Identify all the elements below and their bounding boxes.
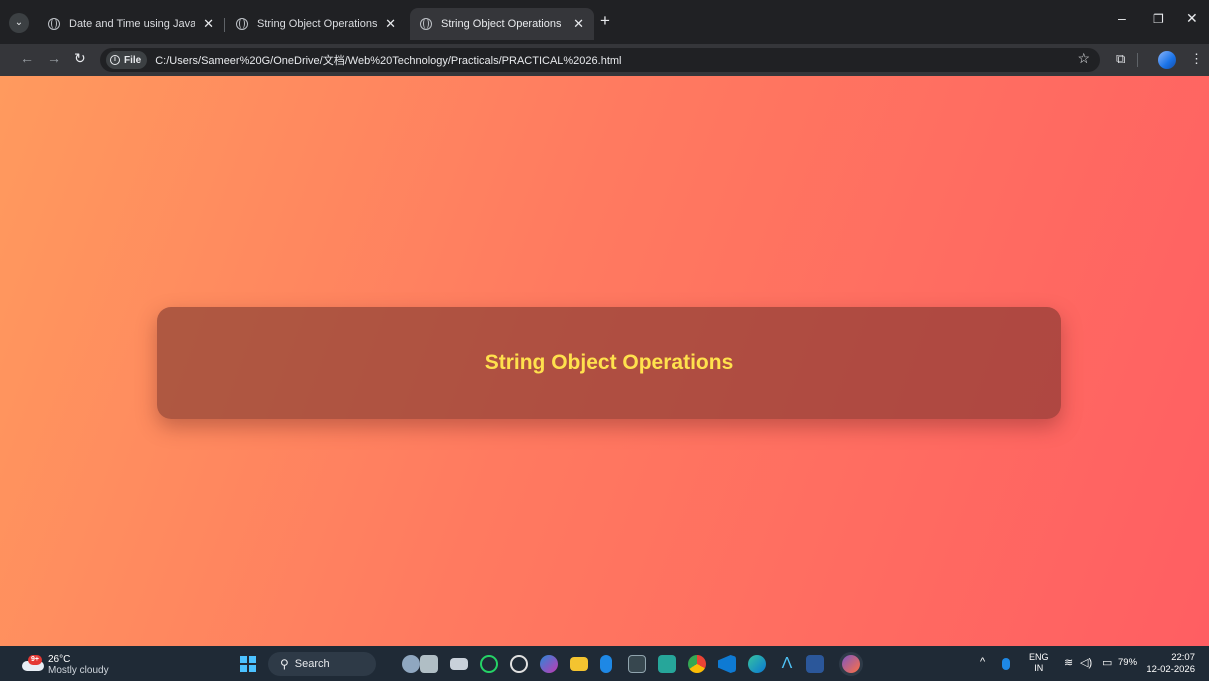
- tab-search-chevron-icon[interactable]: ⌄: [9, 13, 29, 33]
- tab-title: Date and Time using JavaScript: [69, 18, 196, 30]
- language-secondary: IN: [1034, 663, 1044, 673]
- task-view-icon[interactable]: [450, 658, 468, 670]
- weather-description[interactable]: Mostly cloudy: [48, 665, 109, 676]
- whatsapp-icon[interactable]: [480, 655, 498, 673]
- tab-title: String Object Operations: [441, 18, 562, 30]
- language-indicator[interactable]: ENG IN: [1029, 652, 1049, 674]
- clock-date: 12-02-2026: [1146, 664, 1195, 675]
- chatgpt-icon[interactable]: [510, 655, 528, 673]
- globe-icon: [48, 18, 60, 30]
- battery-percent[interactable]: 79%: [1118, 657, 1137, 668]
- tab-string-object-operations-1[interactable]: String Object Operations ✕: [226, 8, 406, 40]
- word-icon[interactable]: [806, 655, 824, 673]
- url-text[interactable]: C:/Users/Sameer%20G/OneDrive/文档/Web%20Te…: [155, 52, 621, 68]
- tab-date-and-time[interactable]: Date and Time using JavaScript ✕: [38, 8, 224, 40]
- menu-kebab-icon[interactable]: ⋮: [1190, 51, 1203, 67]
- arc-app-icon[interactable]: Λ: [778, 655, 796, 673]
- forward-arrow-icon[interactable]: →: [47, 50, 61, 66]
- language-primary: ENG: [1029, 652, 1049, 662]
- tab-close-icon[interactable]: ✕: [377, 16, 396, 32]
- bluetooth-tray-icon[interactable]: [1002, 658, 1010, 670]
- photos-app-icon[interactable]: [658, 655, 676, 673]
- site-info-chip[interactable]: i File: [106, 51, 148, 69]
- search-icon: ⚲: [280, 657, 289, 671]
- file-explorer-icon[interactable]: [570, 657, 588, 671]
- info-icon: i: [110, 55, 120, 65]
- copilot-icon[interactable]: [540, 655, 558, 673]
- windows-start-icon[interactable]: [240, 656, 256, 672]
- widgets-people-icon[interactable]: [402, 655, 420, 673]
- heading-card: String Object Operations: [157, 307, 1061, 419]
- minimize-icon[interactable]: –: [1118, 10, 1126, 26]
- tray-chevron-up-icon[interactable]: ^: [980, 656, 985, 668]
- wifi-icon[interactable]: ≋: [1064, 656, 1073, 669]
- bluetooth-app-icon[interactable]: [600, 655, 612, 673]
- address-bar[interactable]: i File C:/Users/Sameer%20G/OneDrive/文档/W…: [100, 48, 1100, 72]
- tab-close-icon[interactable]: ✕: [565, 16, 584, 32]
- battery-icon[interactable]: ▭: [1102, 656, 1112, 669]
- tab-separator: [224, 18, 225, 32]
- system-clock[interactable]: 22:07 12-02-2026: [1146, 652, 1195, 676]
- globe-icon: [236, 18, 248, 30]
- tab-string-object-operations-active[interactable]: String Object Operations ✕: [410, 8, 594, 40]
- tab-close-icon[interactable]: ✕: [195, 16, 214, 32]
- reload-icon[interactable]: ↻: [74, 50, 86, 67]
- bookmark-star-icon[interactable]: ☆: [1077, 50, 1090, 67]
- tab-title: String Object Operations: [257, 18, 378, 30]
- weather-widget-icon[interactable]: 9+: [22, 655, 44, 671]
- widgets-app-icon[interactable]: [420, 655, 438, 673]
- vscode-icon[interactable]: [718, 655, 736, 673]
- taskbar-search-box[interactable]: ⚲ Search: [268, 652, 376, 676]
- terminal-icon[interactable]: [628, 655, 646, 673]
- weather-badge: 9+: [28, 655, 42, 665]
- page-title: String Object Operations: [484, 351, 734, 374]
- search-label: Search: [294, 658, 330, 670]
- volume-icon[interactable]: ◁): [1080, 656, 1092, 669]
- new-tab-plus-icon[interactable]: +: [600, 11, 610, 31]
- chrome-icon[interactable]: [688, 655, 706, 673]
- file-chip-label: File: [124, 54, 142, 66]
- browser-toolbar: ← → ↻ i File C:/Users/Sameer%20G/OneDriv…: [0, 44, 1209, 76]
- profile-avatar[interactable]: [1158, 51, 1176, 69]
- globe-icon: [420, 18, 432, 30]
- windows-taskbar: 9+ 26°C Mostly cloudy ⚲ Search Λ ^ ENG I…: [0, 646, 1209, 681]
- toolbar-divider: [1137, 53, 1138, 67]
- extensions-puzzle-icon[interactable]: ⧉: [1116, 51, 1125, 67]
- edge-icon[interactable]: [748, 655, 766, 673]
- restore-icon[interactable]: ❐: [1153, 12, 1164, 26]
- tab-strip: ⌄ Date and Time using JavaScript ✕ Strin…: [0, 0, 1209, 44]
- window-close-icon[interactable]: ✕: [1186, 10, 1198, 27]
- browser-app-icon-active[interactable]: [842, 655, 860, 673]
- back-arrow-icon[interactable]: ←: [20, 50, 34, 66]
- page-viewport: String Object Operations: [0, 76, 1209, 646]
- clock-time: 22:07: [1171, 652, 1195, 663]
- weather-temperature[interactable]: 26°C: [48, 654, 70, 665]
